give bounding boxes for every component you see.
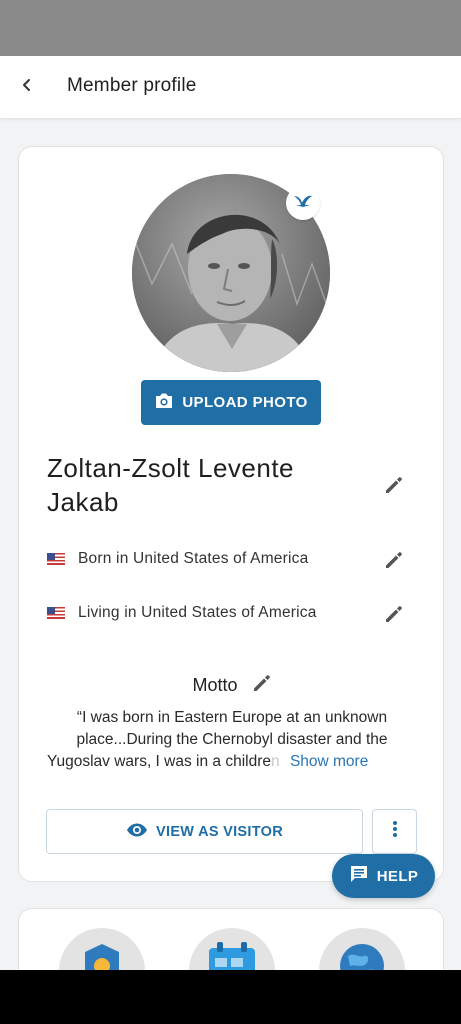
motto-fade-text: n bbox=[271, 753, 280, 770]
camera-icon bbox=[154, 392, 174, 414]
motto-label: Motto bbox=[192, 674, 238, 695]
view-as-visitor-label: VIEW AS VISITOR bbox=[156, 823, 283, 840]
upload-photo-label: UPLOAD PHOTO bbox=[182, 394, 308, 411]
motto-text-tail: Yugoslav wars, I was in a childre bbox=[47, 753, 271, 770]
edit-born-icon[interactable] bbox=[382, 548, 406, 572]
edit-living-icon[interactable] bbox=[382, 602, 406, 626]
bird-icon bbox=[292, 193, 314, 214]
show-more-link[interactable]: Show more bbox=[290, 753, 368, 770]
more-options-button[interactable] bbox=[372, 809, 417, 854]
chat-icon bbox=[349, 864, 369, 888]
eye-icon bbox=[126, 823, 148, 841]
help-button[interactable]: HELP bbox=[332, 854, 435, 898]
motto-header: Motto bbox=[19, 671, 445, 699]
member-name: Zoltan-Zsolt Levente Jakab bbox=[47, 453, 295, 517]
living-row: Living in United States of America bbox=[47, 601, 407, 625]
more-vertical-icon bbox=[392, 820, 398, 843]
avatar-container bbox=[132, 174, 330, 372]
us-flag-icon bbox=[47, 607, 65, 619]
edit-motto-icon[interactable] bbox=[252, 673, 272, 698]
status-bar bbox=[0, 0, 461, 56]
chevron-left-icon bbox=[20, 78, 34, 97]
app-bar: Member profile bbox=[0, 56, 461, 119]
upload-photo-button[interactable]: UPLOAD PHOTO bbox=[141, 380, 321, 425]
born-row: Born in United States of America bbox=[47, 547, 407, 571]
edit-name-icon[interactable] bbox=[382, 473, 406, 497]
help-label: HELP bbox=[376, 867, 419, 885]
born-text: Born in United States of America bbox=[78, 550, 309, 567]
living-text: Living in United States of America bbox=[78, 604, 317, 621]
us-flag-icon bbox=[47, 553, 65, 565]
system-navigation-bar bbox=[0, 970, 461, 1024]
view-as-visitor-button[interactable]: VIEW AS VISITOR bbox=[46, 809, 363, 854]
motto-text: “I was born in Eastern Europe at an unkn… bbox=[76, 709, 388, 748]
profile-card: UPLOAD PHOTO Zoltan-Zsolt Levente Jakab … bbox=[18, 146, 444, 882]
back-button[interactable] bbox=[10, 70, 44, 104]
motto-last-line: Yugoslav wars, I was in a children Show … bbox=[47, 751, 417, 773]
bird-badge bbox=[286, 186, 320, 220]
page-title: Member profile bbox=[67, 75, 197, 96]
